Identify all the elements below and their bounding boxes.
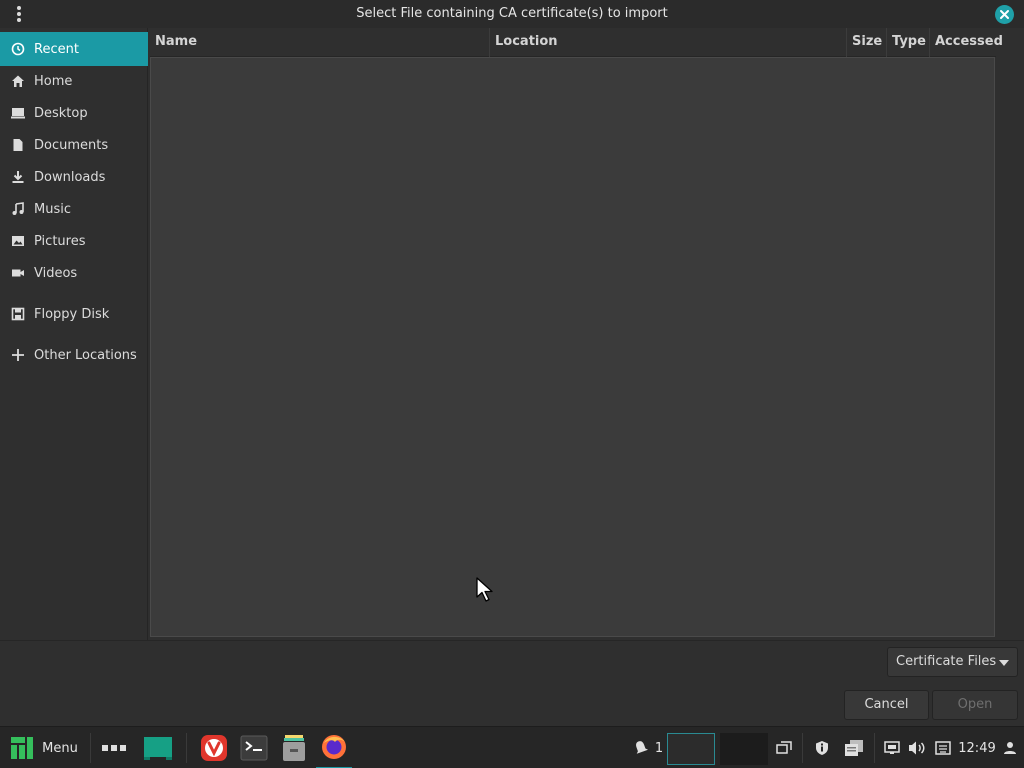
desktop-icon [10,105,26,121]
user-icon [1004,742,1016,754]
sidebar-item-videos[interactable]: Videos [0,256,148,290]
document-icon [10,137,26,153]
sidebar-item-label: Home [34,73,73,89]
dropdown-arrow-icon [999,660,1009,666]
manjaro-logo-icon [11,737,34,759]
notifications-button[interactable]: 1 [632,727,664,768]
terminal-icon [240,735,268,761]
column-header-accessed[interactable]: Accessed [929,28,1003,57]
windows-icon [776,741,792,754]
vivaldi-icon [201,735,227,761]
sidebar-item-home[interactable]: Home [0,64,148,98]
clock[interactable]: 12:49 [958,727,996,768]
file-chooser-dialog: Select File containing CA certificate(s)… [0,0,1024,726]
app-grid-icon [102,745,126,751]
title-bar: Select File containing CA certificate(s)… [0,0,1024,28]
sidebar-item-label: Desktop [34,105,88,121]
cancel-button[interactable]: Cancel [844,690,929,720]
sidebar-item-pictures[interactable]: Pictures [0,224,148,258]
sidebar-item-label: Documents [34,137,109,153]
vivaldi-launcher[interactable] [198,727,230,768]
column-header-type[interactable]: Type [886,28,929,57]
sidebar-item-music[interactable]: Music [0,192,148,226]
sidebar-item-recent[interactable]: Recent [0,32,148,66]
sidebar-item-label: Other Locations [34,347,137,363]
file-cabinet-icon [283,735,305,761]
sidebar-item-label: Recent [34,41,79,57]
sidebar-item-label: Floppy Disk [34,306,110,322]
sidebar-item-label: Videos [34,265,78,281]
taskbar-separator [90,733,91,763]
firefox-launcher[interactable] [316,727,352,768]
places-sidebar: Recent Home Desktop Documents Downloads … [0,28,148,640]
video-icon [10,265,26,281]
dialog-title: Select File containing CA certificate(s)… [356,6,668,21]
desktop-icon [144,737,172,760]
close-icon [1000,10,1009,19]
music-icon [10,201,26,217]
sidebar-item-label: Downloads [34,169,106,185]
file-type-filter[interactable]: Certificate Files [887,647,1018,677]
notification-count: 1 [654,740,664,756]
open-button[interactable]: Open [932,690,1018,720]
firefox-icon [322,735,346,759]
keyboard-layout-tray-button[interactable] [933,727,953,768]
bell-icon [635,741,648,754]
menu-label: Menu [42,740,78,756]
clipboard-icon [845,740,863,756]
keyboard-icon [935,741,951,755]
info-shield-icon [816,741,828,755]
volume-tray-button[interactable] [907,727,927,768]
show-apps-button[interactable] [100,727,128,768]
workspace-2[interactable] [720,733,768,765]
info-tray-button[interactable] [812,727,832,768]
column-header-name[interactable]: Name [150,28,489,57]
menu-button[interactable]: Menu [4,727,84,768]
taskbar-separator [802,733,803,763]
mouse-cursor-icon [476,577,493,602]
column-header-location[interactable]: Location [489,28,846,57]
sidebar-item-other-locations[interactable]: Other Locations [0,338,148,372]
sidebar-item-documents[interactable]: Documents [0,128,148,162]
home-icon [10,73,26,89]
file-type-filter-label: Certificate Files [896,654,997,669]
column-headers: Name Location Size Type Accessed [150,28,1003,57]
taskbar: Menu 1 12:49 [0,726,1024,768]
workspace-1[interactable] [667,733,715,765]
terminal-launcher[interactable] [238,727,270,768]
network-wired-icon [884,741,900,754]
network-tray-button[interactable] [882,727,902,768]
file-list-area[interactable] [150,57,995,637]
column-header-size[interactable]: Size [846,28,886,57]
show-desktop-button[interactable] [142,727,174,768]
clipboard-tray-button[interactable] [842,727,866,768]
clock-icon [10,41,26,57]
sidebar-item-downloads[interactable]: Downloads [0,160,148,194]
dialog-footer: Certificate Files Cancel Open [0,640,1024,726]
taskbar-separator [874,733,875,763]
download-icon [10,169,26,185]
user-menu-button[interactable] [1000,727,1020,768]
file-list: Name Location Size Type Accessed [150,28,1003,638]
file-manager-launcher[interactable] [278,727,310,768]
plus-icon [10,347,26,363]
taskbar-separator [186,733,187,763]
sidebar-item-desktop[interactable]: Desktop [0,96,148,130]
sidebar-item-floppy-disk[interactable]: Floppy Disk [0,297,148,331]
close-button[interactable] [995,5,1014,24]
picture-icon [10,233,26,249]
window-switcher-button[interactable] [774,727,794,768]
sidebar-item-label: Music [34,201,71,217]
floppy-icon [10,306,26,322]
volume-icon [909,741,925,755]
sidebar-item-label: Pictures [34,233,86,249]
